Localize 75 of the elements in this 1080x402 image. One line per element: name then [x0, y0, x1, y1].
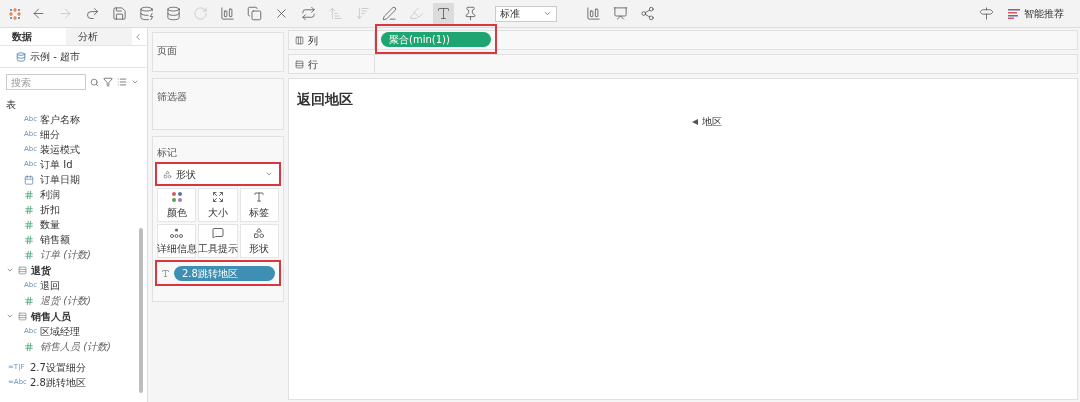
parameter-item[interactable]: 2.7设置细分 — [30, 360, 86, 375]
table-name[interactable]: 销售人员 — [31, 308, 71, 324]
card-title: 筛选器 — [157, 91, 187, 102]
filter-icon[interactable] — [103, 77, 113, 87]
size-icon — [212, 190, 224, 203]
expand-caret-icon[interactable] — [6, 312, 14, 320]
card-title: 页面 — [157, 45, 177, 56]
recommend-button[interactable]: 智能推荐 — [1008, 6, 1064, 21]
pane-tab[interactable]: 分析 — [66, 28, 132, 45]
table-icon — [18, 311, 27, 321]
card-title: 标记 — [157, 146, 178, 160]
field-item[interactable]: 订单 Id — [40, 157, 73, 172]
hierarchy-icon — [170, 226, 184, 239]
caret-icon — [543, 9, 552, 18]
mark-property-button[interactable]: 详细信息 — [157, 224, 197, 258]
caret-icon — [265, 170, 273, 178]
collapse-icon[interactable] — [133, 31, 143, 42]
rows-icon — [295, 59, 304, 69]
text-icon[interactable] — [433, 3, 454, 24]
mark-property-button[interactable]: 工具提示 — [198, 224, 238, 258]
field-item[interactable]: 订单 (计数) — [40, 247, 91, 262]
field-item[interactable]: 订单日期 — [40, 172, 80, 187]
field-item[interactable]: 数量 — [40, 217, 60, 232]
text-icon — [161, 268, 170, 278]
column-header[interactable]: 地区 — [702, 114, 722, 129]
field-pill[interactable]: 2.8跳转地区 — [174, 265, 275, 281]
text-icon — [253, 190, 266, 203]
signpost-icon[interactable] — [979, 6, 994, 21]
parameter-item[interactable]: 2.8跳转地区 — [30, 375, 86, 390]
expand-caret-icon[interactable] — [6, 266, 14, 274]
field-item[interactable]: 退货 (计数) — [40, 293, 91, 308]
mark-property-button[interactable]: 形状 — [239, 224, 279, 258]
search-icon[interactable] — [90, 77, 99, 87]
hash-icon — [24, 189, 34, 200]
shapes-icon — [253, 226, 266, 239]
caret-icon[interactable] — [131, 78, 139, 86]
mark-property-button[interactable]: 大小 — [198, 188, 238, 222]
search-field[interactable]: 搜索 — [6, 74, 86, 90]
hash-icon — [24, 341, 34, 352]
table-icon — [18, 265, 27, 275]
database-icon — [16, 51, 26, 62]
field-item[interactable]: 利润 — [40, 187, 60, 202]
field-item[interactable]: 销售人员 (计数) — [40, 339, 111, 354]
hash-icon — [24, 219, 34, 230]
list-view-icon[interactable] — [117, 77, 127, 87]
shelf-label: 行 — [308, 57, 318, 72]
mark-property-button[interactable]: 标签 — [239, 188, 279, 222]
shapes-icon — [163, 169, 172, 179]
table-name[interactable]: 表 — [6, 96, 16, 112]
hash-icon — [24, 249, 34, 260]
scrollbar[interactable] — [139, 228, 143, 393]
mark-property-button[interactable]: 颜色 — [157, 188, 197, 222]
columns-icon — [295, 35, 304, 45]
field-item[interactable]: 退回 — [40, 278, 60, 293]
tooltip-icon — [212, 226, 224, 239]
field-item[interactable]: 细分 — [40, 127, 60, 142]
logo-icon[interactable] — [8, 6, 22, 21]
calendar-icon — [24, 174, 34, 185]
field-item[interactable]: 装运模式 — [40, 142, 80, 157]
shelf-label: 列 — [308, 33, 318, 48]
hash-icon — [24, 234, 34, 245]
field-item[interactable]: 销售额 — [40, 232, 70, 247]
dots-icon — [170, 190, 183, 203]
field-item[interactable]: 客户名称 — [40, 112, 80, 127]
view-title: 返回地区 — [297, 90, 354, 109]
bars-icon — [1008, 8, 1020, 19]
sort-triangle-icon[interactable] — [692, 118, 698, 125]
datasource-name[interactable]: 示例 - 超市 — [30, 49, 80, 64]
fit-dropdown[interactable]: 标准 — [495, 5, 557, 22]
field-item[interactable]: 折扣 — [40, 202, 60, 217]
mark-type-dropdown[interactable]: 形状 — [157, 164, 279, 184]
hash-icon — [24, 295, 34, 306]
field-item[interactable]: 区域经理 — [40, 324, 80, 339]
hash-icon — [24, 204, 34, 215]
table-name[interactable]: 退货 — [31, 262, 51, 278]
